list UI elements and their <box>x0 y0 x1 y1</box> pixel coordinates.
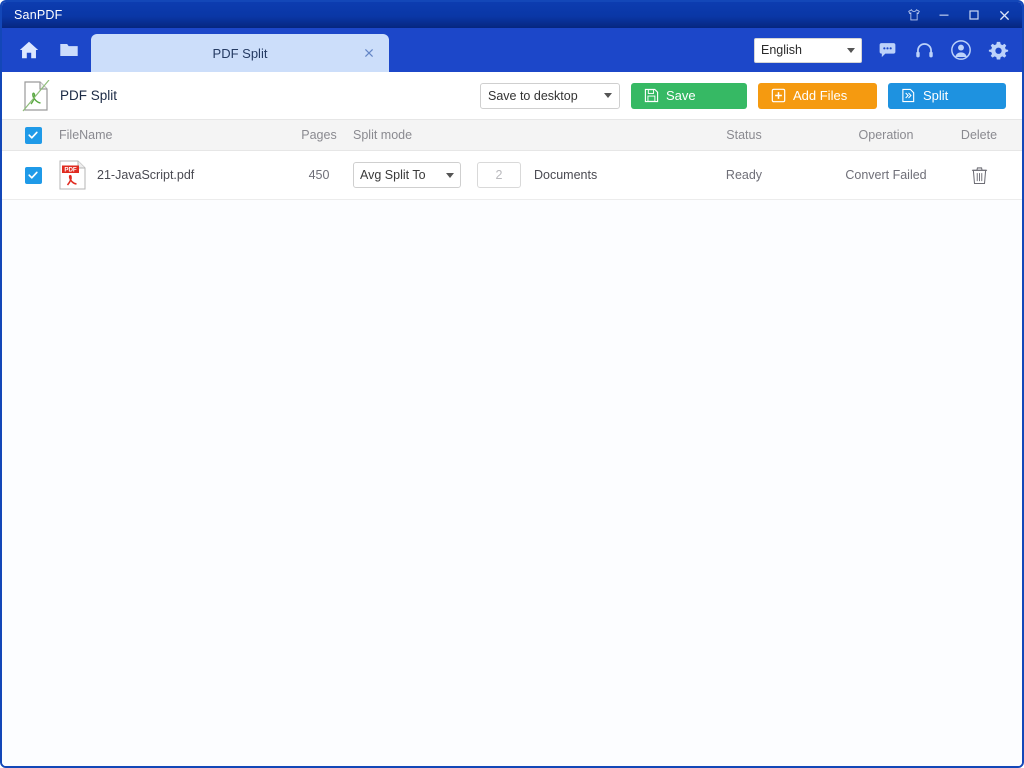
nav-bar: PDF Split English <box>2 28 1022 72</box>
close-button[interactable] <box>990 3 1018 27</box>
home-icon <box>19 41 39 59</box>
floppy-disk-icon <box>643 88 659 104</box>
split-count-value: 2 <box>495 168 503 182</box>
empty-file-list-area <box>2 200 1022 766</box>
tab-label: PDF Split <box>212 45 268 61</box>
split-mode-value: Avg Split To <box>360 168 426 182</box>
title-bar: SanPDF <box>2 2 1022 28</box>
close-icon <box>999 10 1009 20</box>
row-delete-cell <box>948 151 1010 199</box>
nav-right-controls: English <box>754 28 1010 72</box>
row-checkbox-cell <box>24 151 42 199</box>
pdf-file-icon: PDF <box>59 160 86 190</box>
app-title: SanPDF <box>14 8 63 22</box>
split-count-input[interactable]: 2 <box>477 162 521 188</box>
row-split-mode-cell: Avg Split To 2 Documents <box>353 151 597 199</box>
language-select[interactable]: English <box>754 37 862 63</box>
header-split-mode: Split mode <box>353 128 413 142</box>
chevron-down-icon <box>446 172 454 178</box>
file-table: FileName Pages Split mode Status Operati… <box>2 119 1022 766</box>
chevron-down-icon <box>604 93 612 98</box>
chevron-down-icon <box>847 47 855 53</box>
header-operation: Operation <box>858 128 914 142</box>
chat-icon <box>879 42 895 57</box>
table-row: PDF 21-JavaScript.pdf 450 Avg Split To 2 <box>2 151 1022 200</box>
save-button[interactable]: Save <box>631 82 747 109</box>
delete-row-button[interactable] <box>969 164 989 186</box>
app-window: SanPDF PDF Split English PDF Split Save … <box>0 0 1024 768</box>
save-path-select[interactable]: Save to desktop <box>480 82 620 109</box>
gear-icon <box>988 41 1008 60</box>
row-pages: 450 <box>308 168 330 182</box>
header-delete: Delete <box>960 128 998 142</box>
trash-icon <box>971 166 987 184</box>
settings-button[interactable] <box>986 38 1010 62</box>
maximize-button[interactable] <box>960 3 988 27</box>
tab-close-icon[interactable] <box>361 45 377 61</box>
row-operation[interactable]: Convert Failed <box>828 151 944 199</box>
toolbar-actions: Save to desktop Save Add Files Split <box>480 72 1006 119</box>
add-files-button[interactable]: Add Files <box>758 82 877 109</box>
header-pages: Pages <box>301 128 337 142</box>
table-header-row: FileName Pages Split mode Status Operati… <box>2 119 1022 151</box>
nav-left-icons <box>2 28 82 72</box>
close-icon <box>364 48 374 58</box>
row-filename: 21-JavaScript.pdf <box>97 168 195 182</box>
home-button[interactable] <box>16 37 42 63</box>
check-icon <box>28 171 38 179</box>
header-filename: FileName <box>59 128 113 142</box>
account-button[interactable] <box>949 38 973 62</box>
support-button[interactable] <box>912 38 936 62</box>
select-all-checkbox-cell <box>24 120 42 150</box>
save-path-value: Save to desktop <box>488 88 578 103</box>
row-filename-cell: PDF 21-JavaScript.pdf <box>59 151 194 199</box>
header-status: Status <box>726 128 762 142</box>
open-folder-button[interactable] <box>56 37 82 63</box>
save-button-label: Save <box>666 88 696 103</box>
window-controls <box>900 3 1018 27</box>
user-avatar-icon <box>951 40 971 60</box>
split-unit-label: Documents <box>534 168 598 182</box>
select-all-checkbox[interactable] <box>24 126 42 144</box>
pdf-split-icon <box>22 79 50 111</box>
maximize-icon <box>969 10 979 20</box>
language-value: English <box>761 43 802 57</box>
toolbar: PDF Split Save to desktop Save Add Files… <box>2 72 1022 119</box>
minimize-icon <box>939 14 949 16</box>
row-status: Ready <box>725 168 763 182</box>
feedback-button[interactable] <box>875 38 899 62</box>
add-files-button-label: Add Files <box>793 88 848 103</box>
tab-pdf-split[interactable]: PDF Split <box>91 34 389 72</box>
minimize-button[interactable] <box>930 3 958 27</box>
headphones-icon <box>915 42 933 57</box>
tshirt-icon <box>908 9 920 21</box>
folder-icon <box>60 44 78 56</box>
split-doc-icon <box>900 88 916 104</box>
split-button[interactable]: Split <box>888 82 1006 109</box>
split-button-label: Split <box>923 88 949 103</box>
row-checkbox[interactable] <box>24 166 42 184</box>
svg-text:PDF: PDF <box>64 166 77 173</box>
split-mode-select[interactable]: Avg Split To <box>353 162 461 188</box>
module-title-label: PDF Split <box>60 88 118 103</box>
check-icon <box>28 131 38 139</box>
theme-button[interactable] <box>900 3 928 27</box>
plus-square-icon <box>770 88 786 104</box>
module-title: PDF Split <box>22 79 118 112</box>
